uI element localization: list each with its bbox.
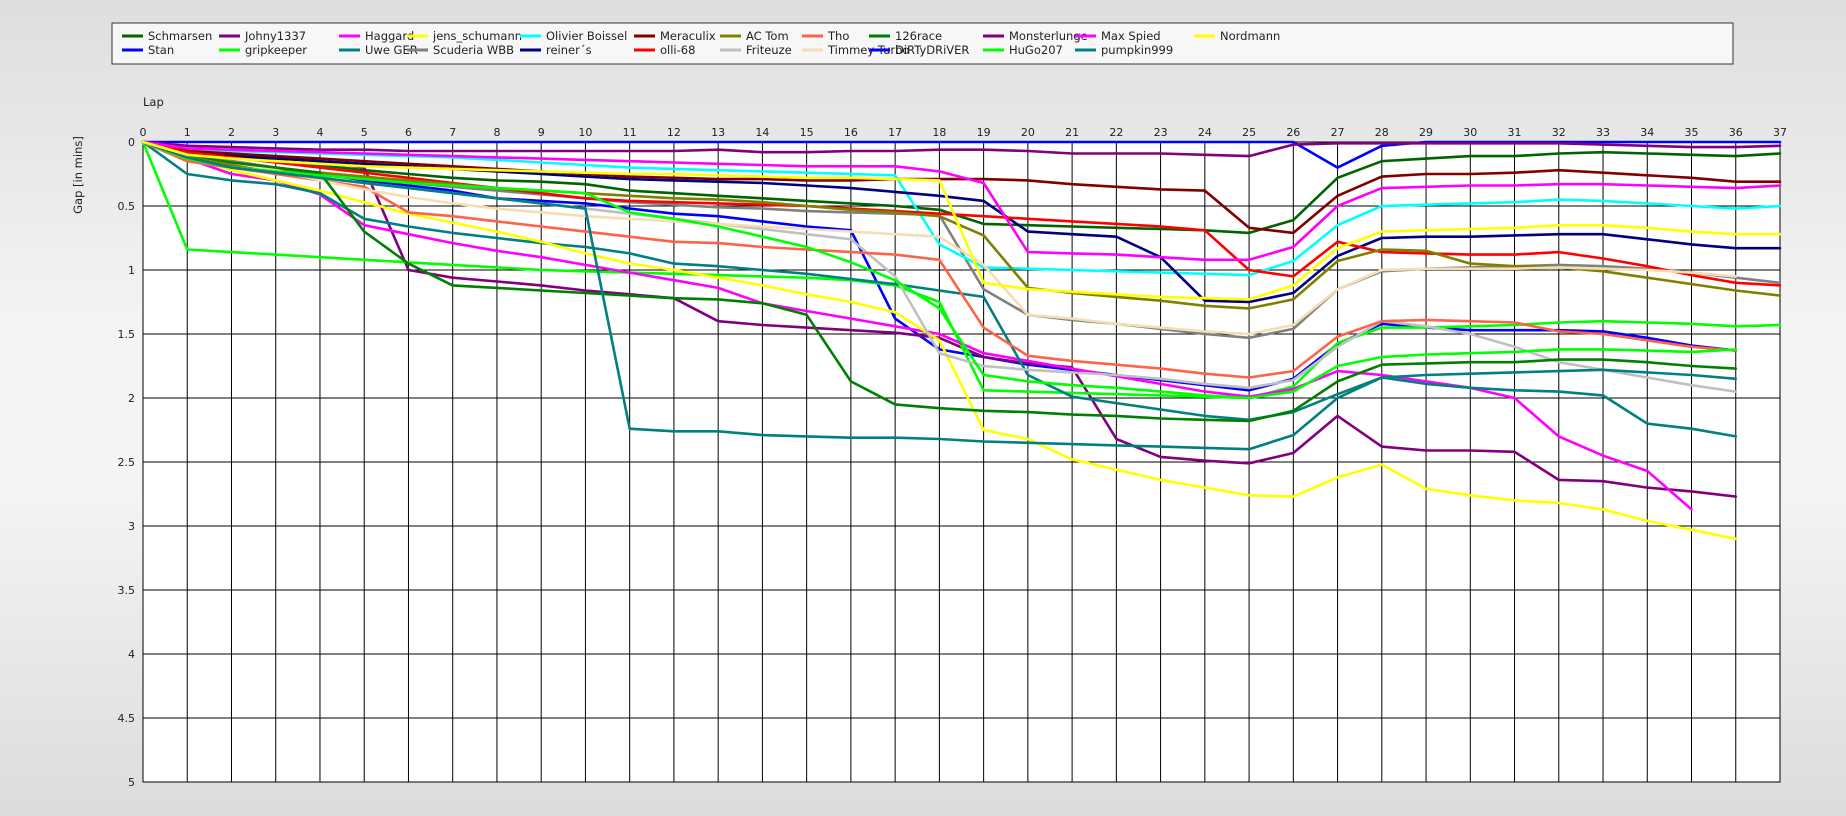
x-tick-label: 20: [1021, 126, 1035, 139]
x-tick-label: 7: [449, 126, 456, 139]
x-tick-label: 1: [184, 126, 191, 139]
y-tick-label: 3: [128, 520, 135, 533]
y-tick-label: 1.5: [118, 328, 136, 341]
x-tick-label: 37: [1773, 126, 1787, 139]
x-tick-label: 12: [667, 126, 681, 139]
gap-chart: SchmarsenStanJohny1337gripkeeperHaggardU…: [71, 22, 1788, 789]
x-tick-label: 13: [711, 126, 725, 139]
x-tick-labels: 0 1 2 3 4 5 6 7 8 9 10 11 12 13 14 15 16 17 18 19 20 21 22 23 24…: [140, 126, 1788, 139]
legend-label: jens_schumann: [432, 29, 522, 43]
x-tick-label: 15: [800, 126, 814, 139]
x-tick-label: 28: [1375, 126, 1389, 139]
x-tick-label: 29: [1419, 126, 1433, 139]
x-tick-label: 23: [1154, 126, 1168, 139]
legend-label: Nordmann: [1220, 29, 1280, 43]
legend-label: Stan: [148, 43, 174, 57]
x-tick-label: 19: [977, 126, 991, 139]
x-tick-label: 16: [844, 126, 858, 139]
y-tick-labels: 0 0.5 1 1.5 2 2.5 3 3.5 4 4.5 5: [118, 136, 136, 789]
legend-label: Haggard: [365, 29, 414, 43]
y-tick-label: 2: [128, 392, 135, 405]
x-tick-label: 27: [1331, 126, 1345, 139]
legend-label: Schmarsen: [148, 29, 212, 43]
x-tick-label: 4: [316, 126, 323, 139]
legend-label: Scuderia WBB: [433, 43, 514, 57]
x-tick-label: 14: [755, 126, 769, 139]
y-tick-label: 4.5: [118, 712, 136, 725]
legend-label: DiRTyDRiVER: [895, 43, 969, 57]
legend-label: HuGo207: [1009, 43, 1063, 57]
x-tick-label: 30: [1463, 126, 1477, 139]
legend-label: Tho: [827, 29, 849, 43]
x-tick-label: 11: [623, 126, 637, 139]
legend-label: olli-68: [660, 43, 695, 57]
x-tick-label: 18: [932, 126, 946, 139]
x-tick-label: 6: [405, 126, 412, 139]
x-tick-label: 26: [1286, 126, 1300, 139]
x-tick-label: 3: [272, 126, 279, 139]
legend-label: gripkeeper: [245, 43, 307, 57]
y-tick-label: 2.5: [118, 456, 136, 469]
x-tick-label: 0: [140, 126, 147, 139]
legend-label: reiner´s: [546, 43, 592, 57]
legend-label: Max Spied: [1101, 29, 1161, 43]
x-tick-label: 35: [1685, 126, 1699, 139]
y-tick-label: 1: [128, 264, 135, 277]
legend-label: Olivier Boissel: [546, 29, 627, 43]
x-tick-label: 25: [1242, 126, 1256, 139]
legend-label: 126race: [895, 29, 942, 43]
legend-label: pumpkin999: [1101, 43, 1173, 57]
x-tick-label: 34: [1640, 126, 1654, 139]
y-tick-label: 0: [128, 136, 135, 149]
y-tick-label: 0.5: [118, 200, 136, 213]
x-tick-label: 22: [1109, 126, 1123, 139]
legend-label: Meraculix: [660, 29, 716, 43]
x-tick-label: 10: [578, 126, 592, 139]
y-tick-label: 5: [128, 776, 135, 789]
legend-label: Friteuze: [746, 43, 792, 57]
y-tick-label: 3.5: [118, 584, 136, 597]
x-tick-label: 36: [1729, 126, 1743, 139]
y-tick-label: 4: [128, 648, 135, 661]
x-tick-label: 17: [888, 126, 902, 139]
x-tick-label: 32: [1552, 126, 1566, 139]
x-tick-label: 8: [493, 126, 500, 139]
x-tick-label: 31: [1508, 126, 1522, 139]
x-tick-label: 2: [228, 126, 235, 139]
legend-label: AC Tom: [746, 29, 789, 43]
x-tick-label: 21: [1065, 126, 1079, 139]
x-tick-label: 5: [361, 126, 368, 139]
x-tick-label: 24: [1198, 126, 1212, 139]
x-axis-title: Lap: [143, 95, 164, 109]
y-axis-title: Gap [in mins]: [71, 136, 85, 214]
x-tick-label: 33: [1596, 126, 1610, 139]
x-tick-label: 9: [538, 126, 545, 139]
legend-label: Johny1337: [244, 29, 306, 43]
